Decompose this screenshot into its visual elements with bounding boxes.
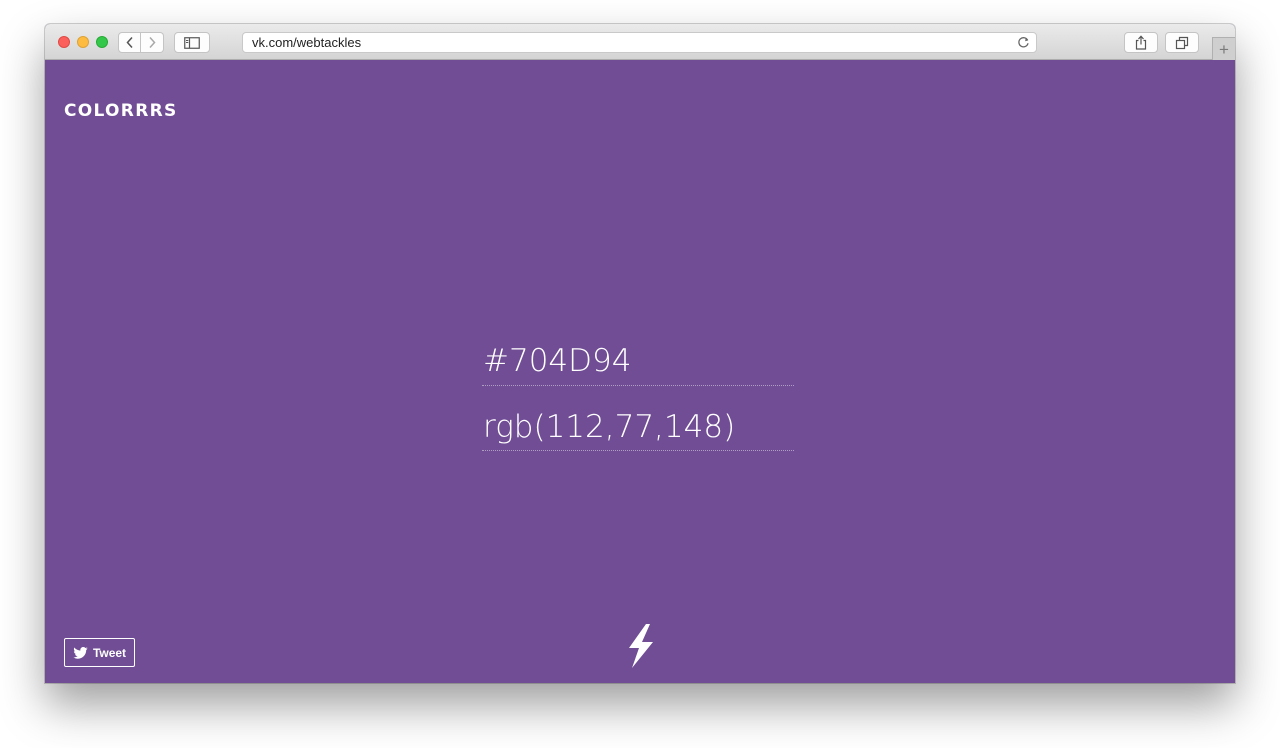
browser-window: vk.com/webtackles + COLORRRS #704D94 rgb…: [45, 24, 1235, 683]
tabs-overview-icon: [1175, 36, 1189, 49]
chevron-right-icon: [149, 36, 156, 49]
share-button[interactable]: [1124, 32, 1158, 53]
hex-value: #704D94: [483, 343, 632, 379]
forward-button[interactable]: [141, 32, 164, 53]
url-text: vk.com/webtackles: [252, 35, 362, 50]
address-bar[interactable]: vk.com/webtackles: [242, 32, 1037, 53]
new-tab-button[interactable]: +: [1212, 37, 1235, 60]
show-tabs-button[interactable]: [1165, 32, 1199, 53]
chevron-left-icon: [125, 36, 133, 49]
sidebar-icon: [184, 36, 200, 49]
twitter-bird-icon: [73, 646, 88, 659]
rgb-value: rgb(112,77,148): [483, 409, 736, 445]
share-icon: [1135, 35, 1147, 50]
back-button[interactable]: [118, 32, 141, 53]
tweet-label: Tweet: [92, 645, 127, 660]
hex-value-field[interactable]: #704D94: [482, 330, 794, 386]
colorrrs-page: COLORRRS #704D94 rgb(112,77,148) Tweet: [45, 60, 1235, 683]
close-window-button[interactable]: [58, 36, 70, 48]
browser-toolbar: vk.com/webtackles +: [45, 24, 1235, 60]
rgb-value-field[interactable]: rgb(112,77,148): [482, 395, 794, 451]
sidebar-toggle-button[interactable]: [174, 32, 210, 53]
site-logo[interactable]: COLORRRS: [64, 101, 178, 121]
tweet-button[interactable]: Tweet: [64, 638, 135, 667]
minimize-window-button[interactable]: [77, 36, 89, 48]
reload-icon[interactable]: [1017, 36, 1030, 49]
lightning-bolt-icon[interactable]: [625, 624, 655, 668]
zoom-window-button[interactable]: [96, 36, 108, 48]
